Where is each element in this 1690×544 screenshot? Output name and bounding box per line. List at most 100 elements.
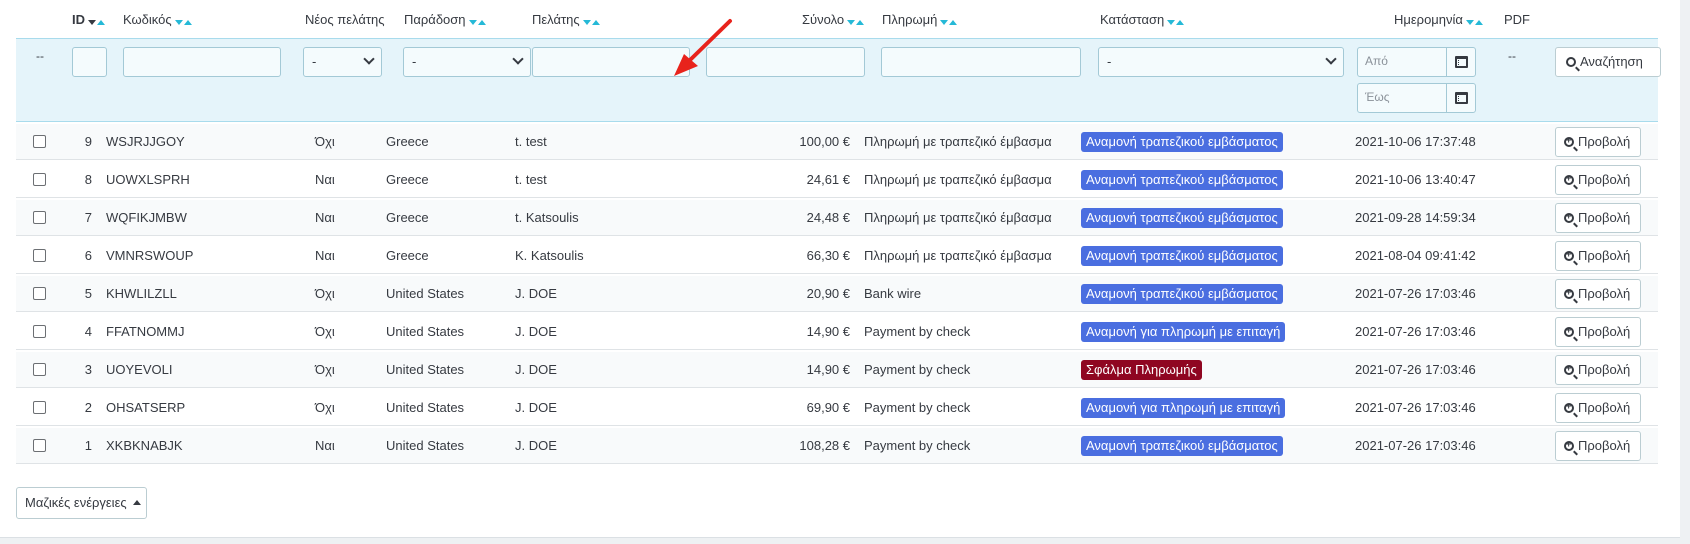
header-total[interactable]: Σύνολο — [802, 12, 865, 29]
search-button[interactable]: Αναζήτηση — [1555, 47, 1661, 77]
sort-icons[interactable] — [582, 13, 600, 29]
view-button[interactable]: Προβολή — [1555, 355, 1641, 385]
cell-code: KHWLILZLL — [106, 286, 177, 301]
id-filter-input[interactable] — [72, 47, 107, 77]
row-checkbox[interactable] — [33, 325, 46, 338]
view-button[interactable]: Προβολή — [1555, 393, 1641, 423]
table-row[interactable]: 1 XKBKNABJK Ναι United States J. DOE 108,28 €… — [16, 428, 1658, 464]
cell-delivery: United States — [386, 362, 465, 377]
sort-icons[interactable] — [88, 13, 105, 29]
row-checkbox[interactable] — [33, 211, 46, 224]
cell-payment: Πληρωμή με τραπεζικό έμβασμα — [864, 134, 1052, 149]
view-button[interactable]: Προβολή — [1555, 165, 1641, 195]
search-icon — [1566, 57, 1576, 67]
payment-filter-input[interactable] — [881, 47, 1081, 77]
status-badge: Αναμονή τραπεζικού εμβάσματος — [1081, 132, 1283, 152]
zoom-in-icon — [1564, 362, 1574, 375]
cell-id: 1 — [84, 438, 92, 453]
row-checkbox[interactable] — [33, 287, 46, 300]
header-customer[interactable]: Πελάτης — [532, 12, 600, 29]
table-row[interactable]: 9 WSJRJJGOY Όχι Greece t. test 100,00 € Πληρωμ… — [16, 124, 1658, 160]
chevron-down-icon — [512, 53, 524, 65]
cell-total: 100,00 € — [799, 134, 850, 149]
pdf-filter-placeholder: -- — [1508, 49, 1516, 63]
cell-new: Όχι — [315, 324, 335, 339]
view-button[interactable]: Προβολή — [1555, 203, 1641, 233]
date-from-input[interactable]: Από — [1357, 47, 1447, 77]
row-checkbox[interactable] — [33, 401, 46, 414]
header-delivery[interactable]: Παράδοση — [404, 12, 486, 29]
cell-total: 24,48 € — [806, 210, 850, 225]
cell-new: Ναι — [315, 172, 335, 187]
cell-date: 2021-09-28 14:59:34 — [1355, 210, 1476, 225]
cell-payment: Πληρωμή με τραπεζικό έμβασμα — [864, 210, 1052, 225]
row-checkbox[interactable] — [33, 439, 46, 452]
cell-payment: Πληρωμή με τραπεζικό έμβασμα — [864, 248, 1052, 263]
view-button[interactable]: Προβολή — [1555, 127, 1641, 157]
new-customer-select[interactable]: - — [303, 47, 382, 77]
calendar-icon — [1455, 56, 1468, 68]
view-button-label: Προβολή — [1578, 248, 1631, 263]
view-button-label: Προβολή — [1578, 210, 1631, 225]
view-button-label: Προβολή — [1578, 400, 1631, 415]
code-filter-input[interactable] — [123, 47, 281, 77]
view-button-label: Προβολή — [1578, 134, 1631, 149]
table-row[interactable]: 3 UOYEVOLI Όχι United States J. DOE 14,90 € Pa… — [16, 352, 1658, 388]
customer-filter-input[interactable] — [532, 47, 690, 77]
table-row[interactable]: 2 OHSATSERP Όχι United States J. DOE 69,90 € P… — [16, 390, 1658, 426]
table-row[interactable]: 8 UOWXLSPRH Ναι Greece t. test 24,61 € Πληρωμή… — [16, 162, 1658, 198]
sort-icons[interactable] — [1167, 13, 1185, 29]
caret-up-icon — [133, 500, 142, 505]
header-status[interactable]: Κατάσταση — [1100, 12, 1185, 29]
cell-date: 2021-07-26 17:03:46 — [1355, 362, 1476, 377]
sort-icons[interactable] — [468, 13, 486, 29]
cell-date: 2021-07-26 17:03:46 — [1355, 286, 1476, 301]
sort-icons[interactable] — [940, 13, 958, 29]
table-row[interactable]: 7 WQFIKJMBW Ναι Greece t. Katsoulis 24,48 € Πλ… — [16, 200, 1658, 236]
status-badge: Αναμονή για πληρωμή με επιταγή — [1081, 322, 1286, 342]
cell-payment: Payment by check — [864, 438, 971, 453]
row-checkbox[interactable] — [33, 249, 46, 262]
status-select[interactable]: - — [1098, 47, 1344, 77]
sort-icons[interactable] — [174, 13, 192, 29]
cell-total: 69,90 € — [806, 400, 850, 415]
table-row[interactable]: 5 KHWLILZLL Όχι United States J. DOE 20,90 € B… — [16, 276, 1658, 312]
cell-id: 7 — [84, 210, 92, 225]
cell-delivery: United States — [386, 286, 465, 301]
cell-customer: J. DOE — [515, 324, 557, 339]
view-button[interactable]: Προβολή — [1555, 241, 1641, 271]
row-checkbox[interactable] — [33, 135, 46, 148]
view-button[interactable]: Προβολή — [1555, 317, 1641, 347]
row-checkbox[interactable] — [33, 363, 46, 376]
cell-total: 20,90 € — [806, 286, 850, 301]
header-date[interactable]: Ημερομηνία — [1394, 12, 1483, 29]
view-button[interactable]: Προβολή — [1555, 431, 1641, 461]
date-from-calendar-button[interactable] — [1446, 47, 1476, 77]
delivery-select[interactable]: - — [403, 47, 531, 77]
sort-icons[interactable] — [1465, 13, 1483, 29]
table-row[interactable]: 4 FFATNOMMJ Όχι United States J. DOE 14,90 € P… — [16, 314, 1658, 350]
cell-customer: J. DOE — [515, 400, 557, 415]
sort-icons[interactable] — [847, 13, 865, 29]
header-code[interactable]: Κωδικός — [123, 12, 192, 29]
zoom-in-icon — [1564, 286, 1574, 299]
date-to-calendar-button[interactable] — [1446, 83, 1476, 113]
status-badge: Σφάλμα Πληρωμής — [1081, 360, 1202, 380]
view-button[interactable]: Προβολή — [1555, 279, 1641, 309]
cell-code: UOWXLSPRH — [106, 172, 190, 187]
cell-total: 66,30 € — [806, 248, 850, 263]
cell-payment: Payment by check — [864, 324, 971, 339]
row-checkbox[interactable] — [33, 173, 46, 186]
status-badge: Αναμονή τραπεζικού εμβάσματος — [1081, 208, 1283, 228]
cell-customer: J. DOE — [515, 286, 557, 301]
date-to-input[interactable]: Έως — [1357, 83, 1447, 113]
header-id[interactable]: ID — [72, 12, 105, 29]
header-payment[interactable]: Πληρωμή — [882, 12, 958, 29]
chevron-down-icon — [363, 53, 375, 65]
table-row[interactable]: 6 VMNRSWOUP Ναι Greece K. Katsoulis 66,30 € Πλ… — [16, 238, 1658, 274]
cell-delivery: Greece — [386, 172, 429, 187]
cell-new: Ναι — [315, 210, 335, 225]
bulk-actions-button[interactable]: Μαζικές ενέργειες — [16, 487, 147, 519]
view-button-label: Προβολή — [1578, 438, 1631, 453]
cell-new: Όχι — [315, 134, 335, 149]
